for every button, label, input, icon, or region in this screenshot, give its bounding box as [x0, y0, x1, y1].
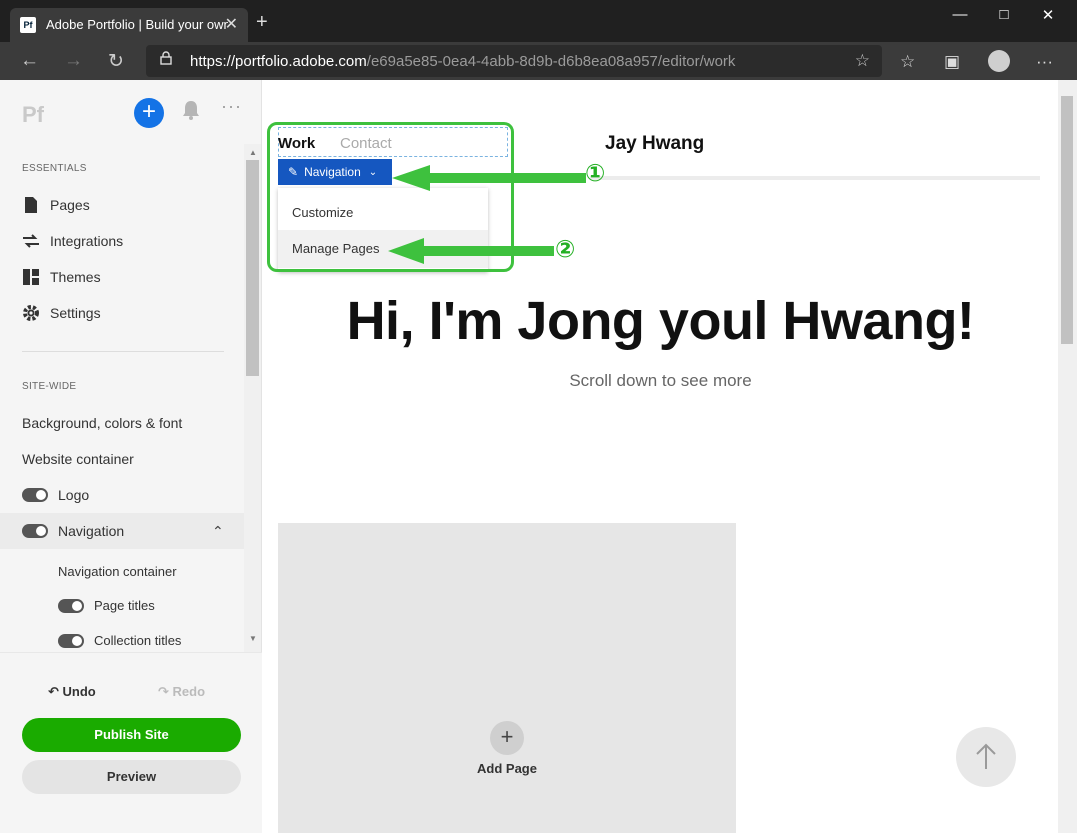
new-tab-button[interactable]: + — [256, 11, 268, 34]
collection-titles-toggle-row[interactable]: Collection titles — [58, 633, 181, 648]
sidebar-item-navigation-container[interactable]: Navigation container — [58, 564, 177, 579]
logo-toggle[interactable] — [22, 488, 48, 502]
sidebar-item-website-container[interactable]: Website container — [22, 451, 134, 467]
sidebar-item-themes[interactable]: Themes — [22, 268, 101, 286]
step-1-marker: ① — [585, 160, 606, 187]
navigation-toggle-row[interactable]: Navigation — [22, 523, 124, 539]
sidebar-item-pages[interactable]: Pages — [22, 196, 90, 214]
scroll-down-icon[interactable]: ▼ — [249, 634, 257, 643]
portfolio-favicon-icon: Pf — [20, 17, 36, 33]
maximize-icon[interactable]: □ — [984, 6, 1024, 23]
profile-avatar[interactable] — [988, 50, 1010, 72]
themes-icon — [23, 269, 39, 285]
url-host: https://portfolio.adobe.com — [190, 53, 367, 70]
gear-icon — [23, 305, 39, 321]
redo-icon: ↷ — [158, 684, 173, 699]
back-arrow-icon[interactable]: ← — [20, 50, 39, 72]
integrations-icon — [23, 234, 39, 248]
navigation-toggle[interactable] — [22, 524, 48, 538]
page-titles-toggle-row[interactable]: Page titles — [58, 598, 155, 613]
site-title[interactable]: Jay Hwang — [605, 133, 704, 155]
logo-toggle-row[interactable]: Logo — [22, 487, 89, 503]
portfolio-logo: Pf — [22, 102, 44, 127]
favorite-star-icon[interactable]: ☆ — [855, 51, 870, 71]
sidebar-item-label: Pages — [50, 197, 90, 213]
back-to-top-button[interactable] — [956, 727, 1016, 787]
sitewide-heading: SITE-WIDE — [22, 381, 77, 392]
url-text: https://portfolio.adobe.com/e69a5e85-0ea… — [190, 53, 735, 70]
publish-site-button[interactable]: Publish Site — [22, 718, 241, 752]
close-window-icon[interactable]: ✕ — [1028, 6, 1068, 24]
redo-label: Redo — [172, 684, 206, 699]
undo-label: Undo — [62, 684, 96, 699]
sidebar-item-settings[interactable]: Settings — [22, 304, 101, 322]
scroll-up-icon[interactable]: ▲ — [249, 148, 257, 157]
add-page-label: Add Page — [477, 761, 537, 776]
header-divider — [590, 176, 1040, 180]
toggle-label: Collection titles — [94, 633, 182, 648]
lock-icon — [160, 51, 172, 65]
favorites-icon[interactable]: ☆ — [900, 52, 915, 72]
essentials-heading: ESSENTIALS — [22, 163, 87, 174]
settings-more-icon[interactable]: ··· — [1036, 52, 1053, 72]
tab-title: Adobe Portfolio | Build your own — [46, 17, 228, 32]
undo-icon: ↶ — [48, 684, 63, 699]
minimize-icon[interactable]: — — [940, 6, 980, 23]
collections-icon[interactable]: ▣ — [944, 52, 960, 72]
refresh-icon[interactable]: ↻ — [108, 50, 124, 73]
arrow-up-icon — [976, 743, 996, 769]
page-scroll-thumb[interactable] — [1061, 96, 1073, 344]
page-titles-toggle[interactable] — [58, 598, 84, 613]
hero-subtitle[interactable]: Scroll down to see more — [263, 371, 1058, 391]
sidebar-item-label: Settings — [50, 305, 101, 321]
sidebar-item-label: Themes — [50, 269, 101, 285]
annotation-arrow-1-icon — [392, 165, 586, 191]
annotation-arrow-2-icon — [388, 238, 554, 264]
sidebar-divider — [22, 351, 224, 352]
editor-sidebar: Pf + ··· ▲ ▼ ESSENTIALS Pages Integratio… — [0, 80, 262, 833]
address-toolbar: ← → ↻ https://portfolio.adobe.com/e69a5e… — [0, 42, 1077, 80]
address-bar[interactable]: https://portfolio.adobe.com/e69a5e85-0ea… — [146, 45, 882, 77]
url-path: /e69a5e85-0ea4-4abb-8d9b-d6b8ea08a957/ed… — [366, 53, 736, 70]
collection-titles-toggle[interactable] — [58, 633, 84, 648]
step-2-marker: ② — [555, 236, 576, 263]
page-icon — [25, 197, 37, 213]
toggle-label: Navigation — [58, 523, 125, 539]
sidebar-item-label: Integrations — [50, 233, 124, 249]
toggle-label: Logo — [58, 487, 90, 503]
hero-heading[interactable]: Hi, I'm Jong youl Hwang! — [263, 290, 1058, 352]
sidebar-item-background[interactable]: Background, colors & font — [22, 415, 182, 431]
sidebar-item-integrations[interactable]: Integrations — [22, 232, 123, 250]
add-button[interactable]: + — [134, 98, 164, 128]
tab-close-icon[interactable]: ✕ — [225, 14, 238, 34]
preview-button[interactable]: Preview — [22, 760, 241, 794]
chevron-up-icon[interactable]: ⌃ — [212, 523, 224, 540]
toggle-label: Page titles — [94, 598, 155, 613]
forward-arrow-icon[interactable]: → — [64, 50, 83, 72]
plus-icon: + — [490, 721, 524, 755]
sidebar-scroll-thumb[interactable] — [246, 160, 259, 376]
undo-button[interactable]: ↶ Undo — [48, 684, 96, 700]
more-options-icon[interactable]: ··· — [221, 96, 242, 117]
bell-icon[interactable] — [182, 100, 200, 120]
redo-button[interactable]: ↷ Redo — [158, 684, 205, 700]
add-page-tile[interactable]: + Add Page — [278, 523, 736, 833]
sidebar-footer: ↶ Undo ↷ Redo Publish Site Preview — [0, 652, 262, 833]
browser-tab[interactable]: Pf Adobe Portfolio | Build your own ✕ — [10, 8, 248, 42]
browser-titlebar: Pf Adobe Portfolio | Build your own ✕ + … — [0, 0, 1077, 42]
